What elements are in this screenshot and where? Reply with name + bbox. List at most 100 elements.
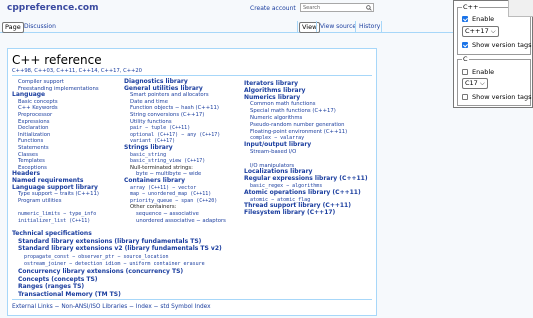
list-item[interactable]: basic_string xyxy=(130,152,166,158)
list-item[interactable]: Declaration xyxy=(18,125,49,131)
version-links[interactable]: C++98, C++03, C++11, C++14, C++17, C++20 xyxy=(12,68,142,74)
cpp-tags-row[interactable]: Show version tags xyxy=(462,41,532,49)
list-item: Null-terminated strings: xyxy=(130,164,193,171)
section-heading[interactable]: Standard library extensions v2 (library … xyxy=(18,246,222,252)
c-enable-label: Enable xyxy=(472,68,495,76)
list-item: Other containers: xyxy=(130,204,177,211)
cpp-show-tags-checkbox[interactable] xyxy=(462,42,468,48)
content-area: C++ reference C++98, C++03, C++11, C++14… xyxy=(7,48,377,316)
c-version-row: C17 ⌵ xyxy=(462,78,488,89)
tab-discussion[interactable]: Discussion xyxy=(22,22,58,31)
list-item[interactable]: propagate_const − observer_ptr − source_… xyxy=(24,254,169,260)
list-item[interactable]: Common math functions xyxy=(250,101,315,107)
section-heading[interactable]: Strings library xyxy=(124,145,173,151)
footer-links[interactable]: External Links − Non-ANSI/ISO Libraries … xyxy=(12,304,211,310)
list-item[interactable]: map − unordered_map (C++11) xyxy=(130,191,211,197)
list-item[interactable]: Functions xyxy=(18,138,43,144)
cpp-enable-checkbox[interactable] xyxy=(462,16,468,22)
page-title: C++ reference xyxy=(12,53,102,67)
list-item[interactable]: pair − tuple (C++11) xyxy=(130,125,190,131)
c-version-select[interactable]: C17 ⌵ xyxy=(462,78,488,89)
c-show-tags-checkbox[interactable] xyxy=(462,94,468,100)
list-item[interactable]: Compiler support xyxy=(18,79,64,85)
list-item[interactable]: priority_queue − span (C++20) xyxy=(130,198,217,204)
cpp-version-row: C++17 ⌵ xyxy=(462,26,499,37)
c-enable-row[interactable]: Enable xyxy=(462,68,494,76)
list-item[interactable]: sequence − associative xyxy=(136,211,199,217)
list-item[interactable]: array (C++11) − vector xyxy=(130,185,196,191)
list-item[interactable]: Numeric algorithms xyxy=(250,115,302,121)
section-heading[interactable]: Transactional Memory (TM TS) xyxy=(18,291,121,298)
section-heading[interactable]: Regular expressions library (C++11) xyxy=(244,176,368,182)
c-version-value: C17 xyxy=(465,79,478,87)
list-item[interactable]: ostream_joiner − detection idiom − unifo… xyxy=(24,261,205,267)
list-item[interactable]: numeric_limits − type_info xyxy=(18,211,96,217)
list-item[interactable]: Basic concepts xyxy=(18,99,58,105)
cpp-legend: C++ xyxy=(462,3,480,11)
section-heading[interactable]: Atomic operations library (C++11) xyxy=(244,189,361,196)
site-logo[interactable]: cppreference.com xyxy=(7,3,99,13)
list-item[interactable]: Floating-point environment (C++11) xyxy=(250,129,347,135)
list-item[interactable]: Stream-based I/O xyxy=(250,149,296,155)
chevron-down-icon: ⌵ xyxy=(490,27,496,35)
list-item[interactable]: initializer_list (C++11) xyxy=(18,218,90,224)
tab-divider xyxy=(316,21,317,32)
search-placeholder: Search xyxy=(303,5,321,11)
list-item[interactable]: String conversions (C++17) xyxy=(130,112,204,118)
section-heading[interactable]: General utilities library xyxy=(124,85,203,92)
section-heading[interactable]: Standard library extensions (library fun… xyxy=(18,238,201,245)
tab-divider xyxy=(381,21,382,32)
section-heading[interactable]: Numerics library xyxy=(244,94,300,101)
cpp-version-value: C++17 xyxy=(465,27,489,35)
list-item[interactable]: Classes xyxy=(18,152,38,158)
list-item[interactable]: Initialization xyxy=(18,132,50,138)
list-item[interactable]: Type support − traits (C++11) xyxy=(18,191,99,197)
tab-page[interactable]: Page xyxy=(2,22,24,33)
section-heading[interactable]: Containers library xyxy=(124,178,185,184)
extension-button[interactable] xyxy=(508,0,533,17)
c-tags-row[interactable]: Show version tags xyxy=(462,93,532,101)
section-heading[interactable]: Concurrency library extensions (concurre… xyxy=(18,269,183,275)
section-heading[interactable]: Ranges (ranges TS) xyxy=(18,284,84,290)
section-heading[interactable]: Algorithms library xyxy=(244,87,305,94)
c-enable-checkbox[interactable] xyxy=(462,69,468,75)
list-item[interactable]: basic_string_view (C++17) xyxy=(130,158,205,164)
list-item[interactable]: optional (C++17) − any (C++17) xyxy=(130,132,220,138)
cpp-show-tags-label: Show version tags xyxy=(472,41,532,49)
section-heading[interactable]: Concepts (concepts TS) xyxy=(18,276,98,283)
search-input[interactable]: Search xyxy=(300,3,374,12)
list-item[interactable]: Expressions xyxy=(18,119,50,125)
list-item[interactable]: Pseudo-random number generation xyxy=(250,122,344,128)
list-item[interactable]: Special math functions (C++17) xyxy=(250,108,336,114)
cpp-enable-label: Enable xyxy=(472,15,495,23)
tab-divider xyxy=(297,21,298,32)
list-item[interactable]: Function objects − hash (C++11) xyxy=(130,105,219,111)
section-heading[interactable]: Language xyxy=(12,92,45,98)
list-item[interactable]: Statements xyxy=(18,145,49,151)
footer-divider xyxy=(12,299,372,300)
tab-view-source[interactable]: View source xyxy=(318,22,358,31)
section-heading[interactable]: Filesystem library (C++17) xyxy=(244,210,335,216)
section-heading[interactable]: Technical specifications xyxy=(12,231,92,237)
list-item[interactable]: Date and time xyxy=(130,99,168,105)
chevron-down-icon: ⌵ xyxy=(479,79,485,87)
tab-divider xyxy=(355,21,356,32)
list-item[interactable]: Utility functions xyxy=(130,119,172,125)
list-item[interactable]: unordered associative − adaptors xyxy=(136,218,226,224)
list-item[interactable]: Templates xyxy=(18,158,45,164)
c-legend: C xyxy=(462,55,469,63)
list-item[interactable]: Program utilities xyxy=(18,198,61,204)
list-item[interactable]: Smart pointers and allocators xyxy=(130,92,209,98)
cpp-version-select[interactable]: C++17 ⌵ xyxy=(462,26,499,37)
c-show-tags-label: Show version tags xyxy=(472,93,532,101)
list-item[interactable]: C++ Keywords xyxy=(18,105,58,111)
c-fieldset: C Enable C17 ⌵ Show version tags xyxy=(457,55,532,106)
search-icon[interactable] xyxy=(366,5,372,11)
section-heading[interactable]: Language support library xyxy=(12,184,98,191)
list-item[interactable]: Preprocessor xyxy=(18,112,52,118)
title-divider xyxy=(12,75,372,76)
cpp-enable-row[interactable]: Enable xyxy=(462,15,494,23)
create-account-link[interactable]: Create account xyxy=(250,5,296,12)
section-heading[interactable]: Input/output library xyxy=(244,142,311,148)
tab-history[interactable]: History xyxy=(357,22,382,31)
